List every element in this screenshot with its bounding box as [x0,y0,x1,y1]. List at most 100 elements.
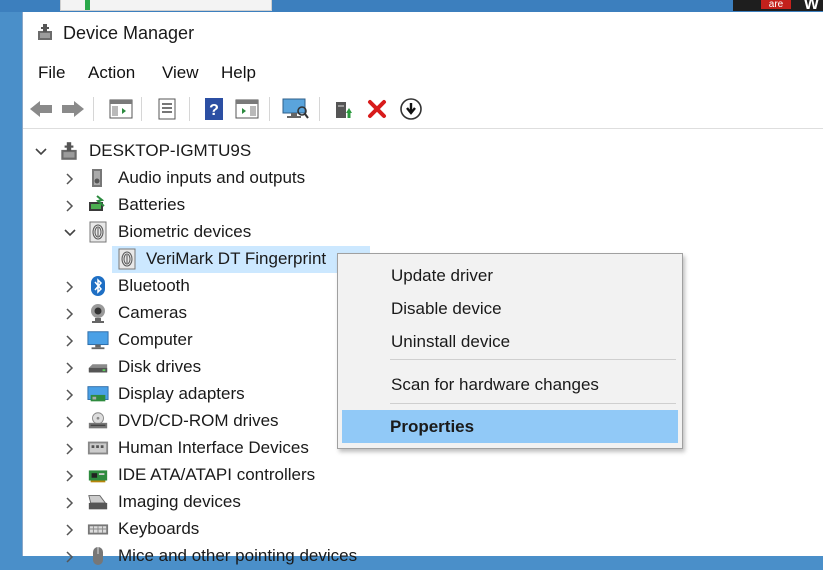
dvd-drive-icon [87,410,109,432]
menu-item-properties[interactable]: Properties [342,410,678,443]
forward-icon[interactable] [59,95,87,123]
device-manager-window: Device Manager File Action View Help ? D… [22,12,823,565]
chevron-right-icon[interactable] [63,280,77,294]
tree-item-label: Audio inputs and outputs [118,168,306,187]
device-manager-icon [38,24,52,40]
tree-item-label: Batteries [118,195,186,214]
tree-root-label: DESKTOP-IGMTU9S [89,141,252,160]
properties-icon[interactable] [153,95,181,123]
chevron-right-icon[interactable] [63,388,77,402]
menu-item-update-driver[interactable]: Update driver [339,259,679,292]
tree-item-label: DVD/CD-ROM drives [118,411,279,430]
tree-item-label: Cameras [118,303,187,322]
menu-item-label: Uninstall device [391,332,511,351]
title-bar[interactable]: Device Manager [23,12,823,55]
chevron-right-icon[interactable] [63,415,77,429]
fingerprint-icon [87,221,109,243]
toolbar-separator [269,97,270,121]
toolbar-separator [189,97,190,121]
toolbar-separator [319,97,320,121]
tree-item-keyboards[interactable]: Keyboards [23,516,423,543]
background-tile [60,0,272,11]
tree-item-label: Bluetooth [118,276,190,295]
monitor-icon [87,329,109,351]
tree-item-batteries[interactable]: Batteries [23,192,423,219]
scan-hardware-icon[interactable] [281,95,309,123]
tree-item-verimark[interactable]: VeriMark DT Fingerprint [112,246,370,273]
menu-item-label: Disable device [391,299,502,318]
mouse-icon [87,545,109,567]
disk-drive-icon [87,356,109,378]
tree-item-audio[interactable]: Audio inputs and outputs [23,165,423,192]
menu-item-disable-device[interactable]: Disable device [339,292,679,325]
menu-file[interactable]: File [36,63,67,83]
bluetooth-icon [87,275,109,297]
menu-separator [390,359,676,360]
show-hide-console-tree-icon[interactable] [107,95,135,123]
tree-item-label: Imaging devices [118,492,241,511]
menu-item-label: Properties [390,417,475,436]
chevron-right-icon[interactable] [63,523,77,537]
hid-icon [87,437,109,459]
background-badge: are [761,0,791,10]
action-pane-icon[interactable] [233,95,261,123]
tree-item-ide[interactable]: IDE ATA/ATAPI controllers [23,462,423,489]
camera-icon [87,302,109,324]
chevron-right-icon[interactable] [63,172,77,186]
back-icon[interactable] [27,95,55,123]
help-icon[interactable]: ? [200,95,228,123]
tree-item-label: Computer [118,330,193,349]
tree-item-label: Display adapters [118,384,245,403]
chevron-right-icon[interactable] [63,469,77,483]
computer-root-icon [58,140,80,162]
keyboard-icon [87,518,109,540]
window-title: Device Manager [63,23,195,43]
svg-text:?: ? [209,102,219,119]
update-driver-icon[interactable] [329,95,357,123]
tree-item-imaging[interactable]: Imaging devices [23,489,423,516]
tree-item-label: Keyboards [118,519,200,538]
background-dark-panel: are W [733,0,823,13]
chevron-down-icon[interactable] [34,145,48,159]
uninstall-icon[interactable] [363,95,391,123]
toolbar-separator [93,97,94,121]
menu-item-uninstall-device[interactable]: Uninstall device [339,325,679,358]
fingerprint-icon [116,248,138,270]
tree-item-label: Disk drives [118,357,202,376]
chevron-right-icon[interactable] [63,307,77,321]
chevron-right-icon[interactable] [63,442,77,456]
chevron-right-icon[interactable] [63,361,77,375]
tree-root[interactable]: DESKTOP-IGMTU9S [23,138,423,165]
chevron-right-icon[interactable] [63,334,77,348]
tree-item-label: VeriMark DT Fingerprint [146,249,327,268]
menu-help[interactable]: Help [219,63,258,83]
toolbar-separator [141,97,142,121]
menu-item-label: Update driver [391,266,494,285]
tree-item-label: Mice and other pointing devices [118,546,358,565]
display-adapter-icon [87,383,109,405]
chevron-right-icon[interactable] [63,496,77,510]
menu-action[interactable]: Action [86,63,137,83]
menu-item-label: Scan for hardware changes [391,375,599,394]
ide-controller-icon [87,464,109,486]
background-accent [85,0,90,10]
context-menu: Update driver Disable device Uninstall d… [337,253,683,449]
menu-item-scan-hardware[interactable]: Scan for hardware changes [339,368,679,401]
chevron-right-icon[interactable] [63,550,77,564]
toolbar-divider [23,128,823,129]
menu-separator [390,403,676,404]
tree-item-mice[interactable]: Mice and other pointing devices [23,543,423,570]
chevron-right-icon[interactable] [63,199,77,213]
scanner-icon [87,491,109,513]
desktop-background: are W [0,0,823,13]
tree-item-biometric[interactable]: Biometric devices [23,219,423,246]
menu-view[interactable]: View [160,63,201,83]
disable-device-icon[interactable] [397,95,425,123]
speaker-icon [87,167,109,189]
tree-item-label: Human Interface Devices [118,438,309,457]
menu-bar: File Action View Help [23,60,823,86]
battery-icon [87,194,109,216]
tree-item-label: Biometric devices [118,222,252,241]
toolbar: ? [23,92,823,126]
chevron-down-icon[interactable] [63,226,77,240]
